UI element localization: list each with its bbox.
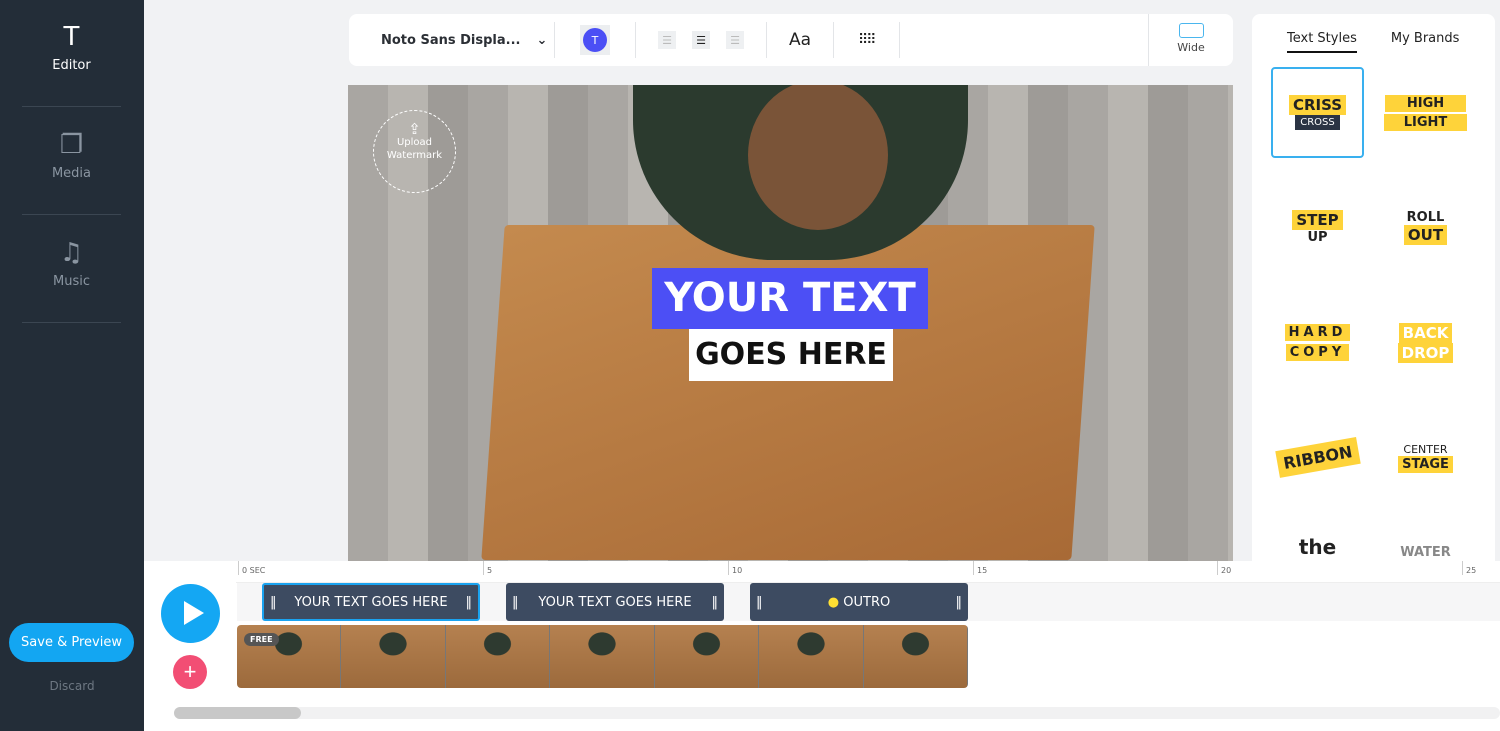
- drag-handle[interactable]: ‖: [465, 595, 472, 610]
- style-roll-out[interactable]: ROLL OUT: [1379, 182, 1472, 273]
- video-frame: [341, 625, 446, 688]
- tab-my-brands[interactable]: My Brands: [1391, 31, 1460, 53]
- video-frame: [654, 625, 760, 688]
- divider: [554, 22, 555, 58]
- sidebar-item-editor[interactable]: T Editor: [22, 0, 121, 107]
- video-canvas[interactable]: ⇪ Upload Watermark YOUR TEXT GOES HERE: [348, 85, 1233, 561]
- align-right-icon[interactable]: ☰: [726, 31, 744, 49]
- tick-label: 25: [1462, 561, 1476, 575]
- chevron-down-icon: ⌄: [536, 32, 548, 48]
- time-ruler: 0 SEC 5 10 15 20 25: [236, 561, 1500, 583]
- style-line: COPY: [1285, 344, 1350, 361]
- style-center-stage[interactable]: CENTER STAGE: [1379, 412, 1472, 503]
- watermark-label: Upload Watermark: [386, 137, 443, 161]
- tick-label: 20: [1217, 561, 1231, 575]
- video-frame: [863, 625, 968, 688]
- style-line: ROLL: [1406, 210, 1445, 225]
- drag-handle[interactable]: ‖: [512, 595, 519, 610]
- text-clip[interactable]: ‖ YOUR TEXT GOES HERE ‖: [506, 583, 724, 621]
- sidebar-item-media[interactable]: ❐ Media: [22, 108, 121, 215]
- video-frame: [759, 625, 864, 688]
- style-line: HARD: [1284, 324, 1351, 341]
- aspect-label: Wide: [1177, 41, 1205, 54]
- aspect-ratio-button[interactable]: Wide: [1148, 14, 1233, 66]
- font-dropdown[interactable]: Noto Sans Displa... ⌄: [349, 33, 554, 48]
- scrollbar-thumb[interactable]: [174, 707, 301, 719]
- style-criss-cross[interactable]: CRISS CROSS: [1271, 67, 1364, 158]
- style-ribbon[interactable]: RIBBON: [1271, 412, 1364, 503]
- music-icon: ♫: [59, 238, 84, 268]
- free-badge: FREE: [244, 633, 279, 646]
- style-line: LIGHT: [1383, 113, 1468, 131]
- style-line: WATER: [1400, 545, 1451, 560]
- text-color-button[interactable]: T: [580, 25, 610, 55]
- text-styles-panel: Text Styles My Brands CRISS CROSS HIGH LIGH…: [1252, 14, 1495, 561]
- style-the[interactable]: the: [1271, 527, 1364, 561]
- divider: [898, 22, 900, 58]
- style-backdrop[interactable]: BACK DROP: [1379, 297, 1472, 388]
- style-line: CENTER: [1403, 442, 1448, 456]
- style-line: STAGE: [1398, 455, 1453, 473]
- style-water[interactable]: WATER: [1379, 527, 1472, 561]
- sidebar-item-music[interactable]: ♫ Music: [22, 216, 121, 323]
- text-clip[interactable]: ‖ YOUR TEXT GOES HERE ‖: [262, 583, 480, 621]
- discard-link[interactable]: Discard: [0, 679, 144, 693]
- timeline: 0 SEC 5 10 15 20 25 ‖ YOUR TEXT GOES HERE…: [144, 561, 1500, 731]
- style-step-up[interactable]: STEP UP: [1271, 182, 1364, 273]
- save-preview-button[interactable]: Save & Preview: [9, 623, 134, 662]
- wide-icon: [1178, 23, 1204, 38]
- drag-handle[interactable]: ‖: [955, 595, 962, 610]
- sidebar: T Editor ❐ Media ♫ Music Save & Preview Dis…: [0, 0, 144, 731]
- style-line: STEP: [1292, 210, 1343, 230]
- align-left-icon[interactable]: ☰: [658, 31, 676, 49]
- style-line: CROSS: [1295, 115, 1340, 130]
- tick-label: 10: [728, 561, 742, 575]
- style-line: RIBBON: [1274, 437, 1361, 478]
- clip-label: YOUR TEXT GOES HERE: [294, 594, 448, 610]
- style-line: HIGH: [1384, 94, 1467, 112]
- video-track[interactable]: [237, 625, 968, 688]
- position-grid-icon[interactable]: ⠿⠿: [834, 32, 899, 48]
- style-line: UP: [1307, 230, 1328, 245]
- sidebar-item-label: Media: [51, 166, 92, 181]
- style-line: DROP: [1397, 342, 1454, 363]
- text-overlay-line2[interactable]: GOES HERE: [689, 329, 893, 381]
- clip-label: OUTRO: [843, 594, 891, 610]
- style-line: BACK: [1398, 322, 1453, 343]
- upload-watermark-button[interactable]: ⇪ Upload Watermark: [373, 110, 456, 193]
- style-line: OUT: [1403, 225, 1448, 245]
- font-size-button[interactable]: Aa: [767, 30, 833, 50]
- style-line: CRISS: [1288, 95, 1347, 115]
- style-line: the: [1298, 535, 1337, 559]
- video-frame: [445, 625, 551, 688]
- tick-label: 0 SEC: [238, 561, 265, 575]
- media-icon: ❐: [59, 130, 84, 160]
- toolbar: Noto Sans Displa... ⌄ T ☰ ☰ ☰ Aa ⠿⠿ Wide: [349, 14, 1233, 66]
- style-hard-copy[interactable]: HARD COPY: [1271, 297, 1364, 388]
- outro-clip[interactable]: ‖ ● OUTRO ‖: [750, 583, 968, 621]
- video-head: [748, 85, 888, 230]
- video-frame: [550, 625, 655, 688]
- dot-icon: ●: [827, 594, 844, 610]
- drag-handle[interactable]: ‖: [756, 595, 763, 610]
- tick-label: 5: [483, 561, 492, 575]
- tab-text-styles[interactable]: Text Styles: [1287, 31, 1357, 53]
- style-highlight[interactable]: HIGH LIGHT: [1379, 67, 1472, 158]
- text-icon: T: [63, 22, 80, 52]
- tick-label: 15: [973, 561, 987, 575]
- sidebar-item-label: Music: [53, 274, 90, 289]
- clip-label: YOUR TEXT GOES HERE: [538, 594, 692, 610]
- timeline-scrollbar[interactable]: [174, 707, 1500, 719]
- add-clip-button[interactable]: +: [173, 655, 207, 689]
- color-swatch: T: [583, 28, 607, 52]
- drag-handle[interactable]: ‖: [270, 595, 277, 610]
- text-overlay-line1[interactable]: YOUR TEXT: [652, 268, 928, 329]
- play-button[interactable]: [161, 584, 220, 643]
- align-center-icon[interactable]: ☰: [692, 31, 710, 49]
- sidebar-item-label: Editor: [52, 58, 91, 73]
- upload-icon: ⇪: [408, 120, 421, 138]
- drag-handle[interactable]: ‖: [711, 595, 718, 610]
- font-name: Noto Sans Displa...: [381, 32, 521, 48]
